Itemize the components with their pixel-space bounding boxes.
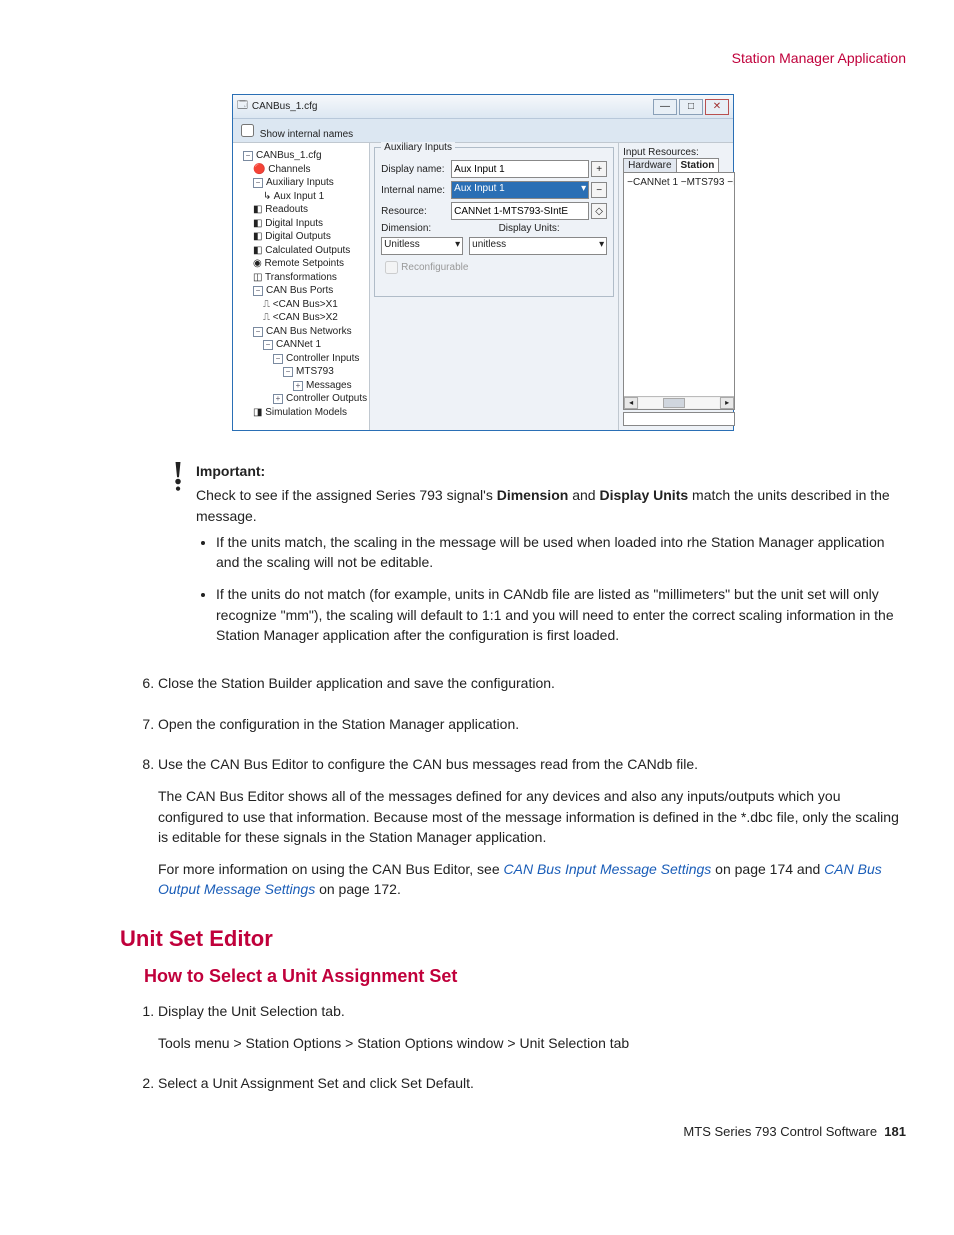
page-footer: MTS Series 793 Control Software 181 bbox=[60, 1124, 906, 1139]
tab-hardware[interactable]: Hardware bbox=[623, 158, 676, 172]
app-icon: 🗔 bbox=[237, 98, 248, 115]
tree-digital-outputs[interactable]: Digital Outputs bbox=[265, 231, 331, 242]
scroll-right-icon[interactable]: ▸ bbox=[720, 397, 734, 409]
ustep-1-path: Tools menu > Station Options > Station O… bbox=[158, 1033, 906, 1053]
remove-button[interactable]: − bbox=[591, 182, 607, 198]
step-6: Close the Station Builder application an… bbox=[158, 673, 906, 693]
tree-can-bus-networks[interactable]: CAN Bus Networks bbox=[266, 326, 352, 337]
step-8-para-3: For more information on using the CAN Bu… bbox=[158, 859, 906, 900]
resource-input[interactable] bbox=[451, 202, 589, 220]
internal-name-label: Internal name: bbox=[381, 185, 451, 196]
step-8-para-2: The CAN Bus Editor shows all of the mess… bbox=[158, 786, 906, 847]
window-titlebar: 🗔 CANBus_1.cfg — □ ✕ bbox=[233, 95, 733, 119]
tree-aux-inputs[interactable]: Auxiliary Inputs bbox=[266, 177, 334, 188]
close-button[interactable]: ✕ bbox=[705, 99, 729, 115]
navigation-tree-panel: −CANBus_1.cfg 🔴 Channels −Auxiliary Inpu… bbox=[233, 143, 370, 430]
tree-controller-inputs[interactable]: Controller Inputs bbox=[286, 353, 359, 364]
step-8: Use the CAN Bus Editor to configure the … bbox=[158, 754, 906, 900]
reconfigurable-label: Reconfigurable bbox=[401, 262, 468, 273]
show-internal-names-row[interactable]: Show internal names bbox=[233, 119, 733, 143]
heading-select-unit-assignment: How to Select a Unit Assignment Set bbox=[144, 966, 906, 987]
tree-calc-outputs[interactable]: Calculated Outputs bbox=[265, 245, 350, 256]
resource-blank-field bbox=[623, 412, 735, 426]
group-title: Auxiliary Inputs bbox=[381, 142, 455, 153]
tree-messages[interactable]: Messages bbox=[306, 380, 352, 391]
minimize-button[interactable]: — bbox=[653, 99, 677, 115]
embedded-screenshot: 🗔 CANBus_1.cfg — □ ✕ Show internal names… bbox=[232, 94, 734, 431]
properties-panel: Auxiliary Inputs Display name: + Interna… bbox=[370, 143, 619, 430]
tree-root[interactable]: CANBus_1.cfg bbox=[256, 150, 322, 161]
tree-can-bus-ports[interactable]: CAN Bus Ports bbox=[266, 285, 333, 296]
tab-station[interactable]: Station bbox=[676, 158, 720, 172]
scroll-thumb[interactable] bbox=[663, 398, 685, 408]
tree-sim-models[interactable]: Simulation Models bbox=[265, 407, 347, 418]
heading-unit-set-editor: Unit Set Editor bbox=[120, 926, 906, 952]
internal-name-dropdown[interactable]: Aux Input 1▾ bbox=[451, 181, 589, 199]
show-internal-names-checkbox[interactable] bbox=[241, 124, 254, 137]
res-messages[interactable]: Messages bbox=[733, 177, 735, 188]
tree-cannet1[interactable]: CANNet 1 bbox=[276, 339, 321, 350]
step-7: Open the configuration in the Station Ma… bbox=[158, 714, 906, 734]
input-resources-heading: Input Resources: bbox=[623, 147, 735, 158]
scroll-left-icon[interactable]: ◂ bbox=[624, 397, 638, 409]
important-lead: Check to see if the assigned Series 793 … bbox=[196, 485, 906, 526]
tree-aux-input-1[interactable]: Aux Input 1 bbox=[274, 191, 325, 202]
tree-readouts[interactable]: Readouts bbox=[265, 204, 308, 215]
res-cannet1[interactable]: CANNet 1 bbox=[633, 177, 678, 188]
display-name-input[interactable] bbox=[451, 160, 589, 178]
important-bullet-1: If the units match, the scaling in the m… bbox=[216, 532, 906, 573]
tree-remote-setpoints[interactable]: Remote Setpoints bbox=[265, 258, 345, 269]
resource-toggle-button[interactable]: ◇ bbox=[591, 203, 607, 219]
chevron-down-icon: ▾ bbox=[455, 239, 460, 253]
page-number: 181 bbox=[884, 1124, 906, 1139]
show-internal-names-label: Show internal names bbox=[260, 129, 353, 140]
ustep-1: Display the Unit Selection tab. Tools me… bbox=[158, 1001, 906, 1054]
ustep-2: Select a Unit Assignment Set and click S… bbox=[158, 1073, 906, 1093]
important-heading: Important: bbox=[196, 461, 906, 481]
dimension-label: Dimension: bbox=[381, 223, 451, 234]
window-title: CANBus_1.cfg bbox=[252, 101, 651, 112]
dimension-dropdown[interactable]: Unitless▾ bbox=[381, 237, 463, 255]
reconfigurable-checkbox bbox=[385, 261, 398, 274]
tree-transformations[interactable]: Transformations bbox=[265, 272, 337, 283]
resource-label: Resource: bbox=[381, 206, 451, 217]
resources-panel: Input Resources: Hardware Station −CANNe… bbox=[619, 143, 739, 430]
tree-port-x1[interactable]: <CAN Bus>X1 bbox=[273, 299, 338, 310]
chevron-down-icon: ▾ bbox=[599, 239, 604, 253]
tree-channels[interactable]: Channels bbox=[268, 164, 310, 175]
maximize-button[interactable]: □ bbox=[679, 99, 703, 115]
display-units-label: Display Units: bbox=[451, 223, 607, 234]
link-input-settings[interactable]: CAN Bus Input Message Settings bbox=[504, 861, 712, 877]
display-name-label: Display name: bbox=[381, 164, 451, 175]
tree-digital-inputs[interactable]: Digital Inputs bbox=[265, 218, 323, 229]
chevron-down-icon: ▾ bbox=[581, 183, 586, 197]
tree-controller-outputs[interactable]: Controller Outputs bbox=[286, 393, 367, 404]
important-note: Important: Check to see if the assigned … bbox=[196, 461, 906, 659]
add-button[interactable]: + bbox=[591, 161, 607, 177]
tree-mts793[interactable]: MTS793 bbox=[296, 366, 334, 377]
horizontal-scrollbar[interactable]: ◂ ▸ bbox=[624, 396, 734, 409]
navigation-tree[interactable]: −CANBus_1.cfg 🔴 Channels −Auxiliary Inpu… bbox=[235, 145, 367, 427]
important-icon: !• bbox=[168, 461, 188, 659]
tree-port-x2[interactable]: <CAN Bus>X2 bbox=[273, 312, 338, 323]
section-header: Station Manager Application bbox=[60, 50, 906, 66]
res-mts793[interactable]: MTS793 bbox=[687, 177, 725, 188]
display-units-dropdown[interactable]: unitless▾ bbox=[469, 237, 607, 255]
important-bullet-2: If the units do not match (for example, … bbox=[216, 584, 906, 645]
resources-tree[interactable]: −CANNet 1 −MTS793 −Messages Digital D +U… bbox=[623, 173, 735, 410]
